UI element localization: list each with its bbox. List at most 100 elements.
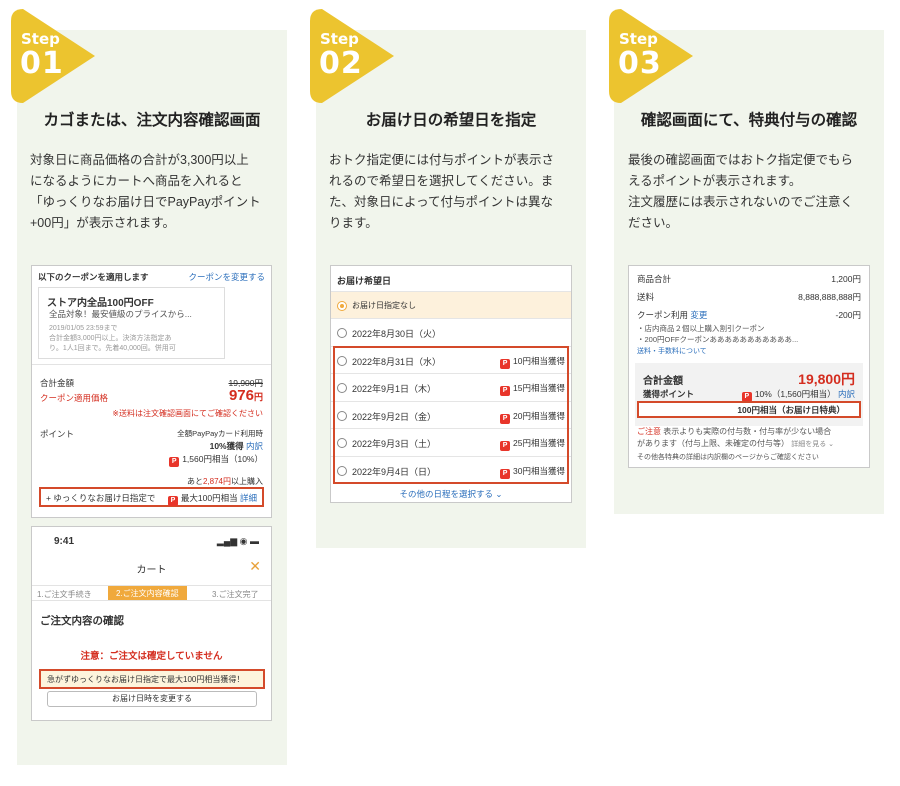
caution-more-link[interactable]: 詳細を見る ⌄: [791, 441, 834, 448]
shipping-label: 送料: [637, 292, 655, 302]
step-badge-3: Step 03: [609, 9, 693, 103]
caution-line: ご注意 表示よりも実際の付与数・付与率が少ない場合: [637, 426, 831, 437]
status-time: 9:41: [54, 536, 75, 547]
points-value-text: 10%（1,560円相当）: [754, 389, 836, 399]
desc-line: 「ゆっくりなお届け日でPayPayポイント: [30, 195, 261, 209]
slow-delivery-label: + ゆっくりなお届け日指定で: [46, 493, 156, 503]
point-label: ポイント: [40, 429, 75, 439]
paypay-icon: P: [169, 457, 180, 467]
yen-unit: 円: [253, 392, 263, 402]
checkout-step-1: 1.ご注文手続き: [37, 590, 92, 599]
option-label: 2022年8月30日（火）: [352, 329, 442, 339]
coupon-note: ・店内商品２個以上購入割引クーポン: [637, 324, 765, 333]
more-amount: 2,874円: [202, 477, 231, 486]
coupon-usage: クーポン利用 変更: [637, 309, 707, 321]
close-icon[interactable]: ✕: [249, 558, 261, 575]
desc-line: ります。: [329, 216, 378, 230]
warning-text: 注意：ご注文は確定していません: [80, 651, 223, 662]
step-number: 01: [20, 46, 64, 81]
more-purchase: あと2,874円以上購入: [187, 476, 263, 487]
total-label: 合計金額: [40, 378, 75, 388]
step-description: 対象日に商品価格の合計が3,300円以上 になるようにカートへ商品を入れると 「…: [30, 150, 275, 234]
cart-title: カート: [136, 565, 167, 576]
step-badge-1: Step 01: [11, 9, 95, 103]
step-description: おトク指定便には付与ポイントが表示さ れるので希望日を選択してください。ま た、…: [329, 150, 574, 234]
desc-line: えるポイントが表示されます。: [628, 174, 802, 188]
step-title: 確認画面にて、特典付与の確認: [640, 112, 858, 129]
desc-line: になるようにカートへ商品を入れると: [30, 174, 243, 188]
desc-line: +00円」が表示されます。: [30, 216, 175, 230]
points-value: P 10%（1,560円相当） 内訳: [741, 388, 855, 402]
option-label: お届け日指定なし: [352, 301, 416, 310]
step-title: お届け日の希望日を指定: [365, 112, 537, 129]
desc-line: おトク指定便には付与ポイントが表示さ: [329, 153, 555, 167]
delivery-header: お届け希望日: [337, 276, 392, 286]
points-detail-link[interactable]: 内訳: [838, 389, 855, 399]
phone-screenshot: 9:41 ▂▄▆ ◉ ▬ カート ✕ 1.ご注文手続き 2.ご注文内容確認 3.…: [31, 526, 272, 721]
other-note: その他各特典の詳細は内訳欄のページからご確認ください: [637, 454, 819, 461]
total-label: 合計金額: [643, 376, 683, 387]
change-date-button[interactable]: お届け日時を変更する: [47, 691, 257, 707]
desc-line: 最後の確認画面ではおトク指定便でもら: [628, 153, 854, 167]
coupon-subtitle: 全品対象！最安値級のプライスから...: [49, 309, 192, 319]
coupon-price-value: 976: [228, 387, 254, 404]
coupon-change-link[interactable]: 変更: [690, 310, 707, 320]
coupon-name: ストア内全品100円OFF: [47, 298, 154, 309]
point-detail-link[interactable]: 内訳: [246, 441, 263, 451]
caution-line: があります（付与上限、未確定の付与等） 詳細を見る ⌄: [637, 438, 834, 449]
confirm-title: ご注文内容の確認: [40, 615, 124, 627]
checkout-step-3: 3.ご注文完了: [212, 590, 259, 599]
desc-line: ださい。: [628, 216, 679, 230]
confirm-screenshot: 商品合計 1,200円 送料 8,888,888,888円 クーポン利用 変更 …: [628, 265, 870, 468]
status-icons: ▂▄▆ ◉ ▬: [216, 536, 259, 546]
subtotal-label: 商品合計: [637, 274, 672, 284]
checkout-step-2: 2.ご注文内容確認: [108, 586, 187, 600]
point-rate: 10%獲得 内訳: [210, 440, 263, 452]
slow-delivery-points: P 最大100円相当 詳細: [167, 492, 257, 506]
slow-detail-link[interactable]: 詳細: [240, 493, 257, 503]
step-badge-2: Step 02: [310, 9, 394, 103]
fee-link[interactable]: 送料・手数料について: [637, 346, 707, 356]
more-prefix: あと: [186, 477, 203, 486]
desc-line: れるので希望日を選択してください。ま: [329, 174, 554, 188]
slow-points-text: 最大100円相当: [180, 493, 238, 503]
delivery-option[interactable]: お届け日指定なし: [331, 291, 571, 318]
checkout-steps: 1.ご注文手続き 2.ご注文内容確認 3.ご注文完了: [32, 585, 271, 601]
point-rate-value: 10%獲得: [209, 441, 244, 451]
more-suffix: 以上購入: [231, 477, 263, 486]
total-value: 19,800円: [798, 371, 855, 387]
more-dates-link[interactable]: その他の日程を選択する ⌄: [331, 488, 571, 500]
step-number: 02: [319, 46, 363, 81]
point-card-note: 全額PayPayカード利用時: [177, 429, 263, 438]
coupon-note: り。1人1回まで。先着40,000回。併用可: [49, 345, 176, 352]
points-label: 獲得ポイント: [643, 389, 695, 399]
highlight-box: [333, 346, 569, 484]
desc-line: 注文履歴には表示されないのでご注意く: [628, 195, 854, 209]
shipping-note: ※送料は注文確認画面にてご確認ください: [112, 409, 263, 418]
caution-label: ご注意: [637, 427, 661, 436]
step-description: 最後の確認画面ではおトク指定便でもら えるポイントが表示されます。 注文履歴には…: [628, 150, 873, 234]
coupon-value: -200円: [835, 310, 861, 320]
point-amount: P 1,560円相当（10%）: [169, 453, 263, 467]
coupon-price-label: クーポン適用価格: [40, 393, 109, 403]
shipping-value: 8,888,888,888円: [798, 292, 861, 302]
coupon-card[interactable]: ストア内全品100円OFF 全品対象！最安値級のプライスから... 2019/0…: [38, 287, 225, 359]
coupon-note: 合計金額3,000円以上。決済方法指定あ: [49, 335, 172, 342]
subtotal-value: 1,200円: [831, 274, 861, 284]
caution-text: があります（付与上限、未確定の付与等）: [637, 439, 789, 448]
coupon-usage-label: クーポン利用: [637, 310, 689, 320]
radio-icon: [337, 301, 347, 311]
step-number: 03: [618, 46, 662, 81]
paypay-icon: P: [167, 496, 178, 506]
coupon-header: 以下のクーポンを適用します: [38, 272, 149, 282]
coupon-price: 976円: [229, 387, 263, 404]
divider: [32, 364, 271, 365]
delivery-date-screenshot: お届け希望日 お届け日指定なし 2022年8月30日（火） 2022年8月31日…: [330, 265, 572, 503]
coupon-date: 2019/01/05 23:59まで: [49, 325, 118, 332]
radio-icon: [337, 328, 347, 338]
highlight-box: [39, 669, 265, 689]
change-coupon-link[interactable]: クーポンを変更する: [188, 271, 265, 283]
coupon-note: ・200円OFFクーポンあああああああああああ...: [637, 335, 799, 344]
delivery-option[interactable]: 2022年8月30日（火）: [331, 318, 571, 345]
bonus-points: 100円相当（お届け日特典）: [737, 405, 845, 415]
